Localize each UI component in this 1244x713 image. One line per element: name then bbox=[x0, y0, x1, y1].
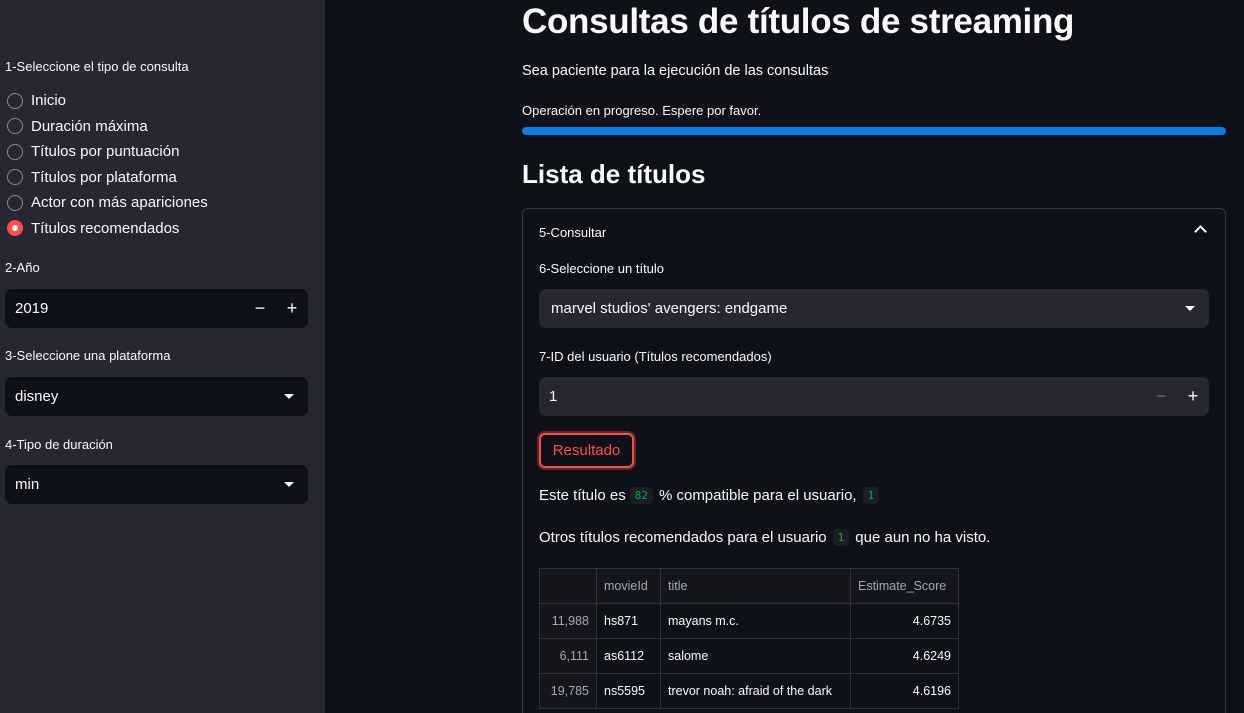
expander-header[interactable]: 5-Consultar bbox=[539, 225, 606, 240]
others-line: Otros títulos recomendados para el usuar… bbox=[539, 529, 990, 546]
index-column-header[interactable] bbox=[539, 568, 597, 604]
table-row: 19,785 ns5595 trevor noah: afraid of the… bbox=[539, 673, 959, 709]
title-select[interactable]: marvel studios' avengers: endgame bbox=[539, 289, 1209, 328]
table-header-row: movieId title Estimate_Score bbox=[539, 568, 959, 604]
radio-option-label: Inicio bbox=[31, 92, 67, 110]
radio-option-duracion-maxima[interactable]: Duración máxima bbox=[7, 114, 208, 140]
others-user-code: 1 bbox=[832, 529, 850, 546]
result-button[interactable]: Resultado bbox=[539, 433, 634, 468]
platform-label: 3-Seleccione una plataforma bbox=[5, 348, 171, 363]
radio-option-label: Títulos por plataforma bbox=[31, 168, 177, 186]
query-type-label: 1-Seleccione el tipo de consulta bbox=[5, 59, 189, 74]
row-index: 11,988 bbox=[539, 603, 597, 639]
title-column-header[interactable]: title bbox=[660, 568, 851, 604]
platform-select[interactable]: disney bbox=[5, 377, 308, 416]
radio-circle-icon bbox=[7, 118, 23, 135]
compat-user-code: 1 bbox=[862, 487, 880, 504]
compat-value-code: 82 bbox=[629, 487, 653, 504]
chevron-down-icon bbox=[284, 482, 294, 487]
page-subtitle: Sea paciente para la ejecución de las co… bbox=[522, 63, 829, 79]
platform-value: disney bbox=[15, 388, 59, 405]
user-id-increment-button[interactable]: + bbox=[1177, 377, 1209, 416]
others-suffix: que aun no ha visto. bbox=[855, 529, 991, 546]
duration-type-select[interactable]: min bbox=[5, 465, 308, 504]
chevron-down-icon bbox=[284, 394, 294, 399]
radio-option-label: Actor con más apariciones bbox=[31, 194, 208, 212]
user-id-number-input[interactable]: 1 − + bbox=[539, 377, 1209, 416]
radio-selected-icon bbox=[7, 220, 23, 237]
radio-option-inicio[interactable]: Inicio bbox=[7, 88, 208, 114]
chevron-down-icon bbox=[1185, 306, 1195, 311]
compat-prefix: Este título es bbox=[539, 487, 626, 504]
radio-option-label: Títulos recomendados bbox=[31, 219, 180, 237]
user-id-label: 7-ID del usuario (Títulos recomendados) bbox=[539, 349, 772, 364]
page-title: Consultas de títulos de streaming bbox=[522, 2, 1075, 41]
radio-circle-icon bbox=[7, 194, 23, 211]
row-index: 6,111 bbox=[539, 638, 597, 674]
others-prefix: Otros títulos recomendados para el usuar… bbox=[539, 529, 827, 546]
score-cell[interactable]: 4.6249 bbox=[850, 638, 959, 674]
radio-option-titulos-por-plataforma[interactable]: Títulos por plataforma bbox=[7, 165, 208, 191]
radio-option-titulos-recomendados[interactable]: Títulos recomendados bbox=[7, 216, 208, 242]
movieid-cell[interactable]: ns5595 bbox=[596, 673, 661, 709]
table-row: 6,111 as6112 salome 4.6249 bbox=[539, 638, 959, 674]
consultar-expander: 5-Consultar 6-Seleccione un título marve… bbox=[522, 208, 1226, 713]
radio-option-label: Títulos por puntuación bbox=[31, 143, 180, 161]
title-cell[interactable]: trevor noah: afraid of the dark bbox=[660, 673, 851, 709]
year-value: 2019 bbox=[15, 300, 49, 317]
title-cell[interactable]: mayans m.c. bbox=[660, 603, 851, 639]
title-select-value: marvel studios' avengers: endgame bbox=[551, 300, 788, 317]
title-cell[interactable]: salome bbox=[660, 638, 851, 674]
progress-text: Operación en progreso. Espere por favor. bbox=[522, 103, 762, 118]
progress-bar bbox=[522, 127, 1226, 135]
table-row: 11,988 hs871 mayans m.c. 4.6735 bbox=[539, 603, 959, 639]
radio-option-actor-con-mas-apariciones[interactable]: Actor con más apariciones bbox=[7, 190, 208, 216]
year-increment-button[interactable]: + bbox=[276, 289, 308, 328]
user-id-value: 1 bbox=[549, 388, 558, 405]
recommendations-table[interactable]: movieId title Estimate_Score 11,988 hs87… bbox=[539, 568, 959, 709]
radio-option-titulos-por-puntuacion[interactable]: Títulos por puntuación bbox=[7, 139, 208, 165]
radio-circle-icon bbox=[7, 169, 23, 186]
duration-type-label: 4-Tipo de duración bbox=[5, 437, 113, 452]
compat-suffix: % compatible para el usuario, bbox=[658, 487, 857, 504]
movieid-cell[interactable]: hs871 bbox=[596, 603, 661, 639]
radio-option-label: Duración máxima bbox=[31, 117, 148, 135]
title-select-label: 6-Seleccione un título bbox=[539, 261, 665, 276]
score-cell[interactable]: 4.6196 bbox=[850, 673, 959, 709]
year-decrement-button[interactable]: − bbox=[244, 289, 276, 328]
radio-circle-icon bbox=[7, 143, 23, 160]
movieid-cell[interactable]: as6112 bbox=[596, 638, 661, 674]
score-cell[interactable]: 4.6735 bbox=[850, 603, 959, 639]
duration-type-value: min bbox=[15, 476, 40, 493]
progress-bar-fill bbox=[522, 127, 1226, 135]
year-number-input[interactable]: 2019 − + bbox=[5, 289, 308, 328]
compatibility-line: Este título es 82 % compatible para el u… bbox=[539, 487, 885, 504]
chevron-up-icon[interactable] bbox=[1194, 225, 1207, 238]
sidebar: 1-Seleccione el tipo de consulta Inicio … bbox=[0, 0, 325, 713]
year-label: 2-Año bbox=[5, 260, 40, 275]
user-id-decrement-button[interactable]: − bbox=[1145, 377, 1177, 416]
row-index: 19,785 bbox=[539, 673, 597, 709]
estimate-score-column-header[interactable]: Estimate_Score bbox=[850, 568, 959, 604]
movieid-column-header[interactable]: movieId bbox=[596, 568, 661, 604]
section-title: Lista de títulos bbox=[522, 159, 706, 189]
query-type-radio-group: Inicio Duración máxima Títulos por puntu… bbox=[7, 88, 208, 241]
radio-circle-icon bbox=[7, 92, 23, 109]
